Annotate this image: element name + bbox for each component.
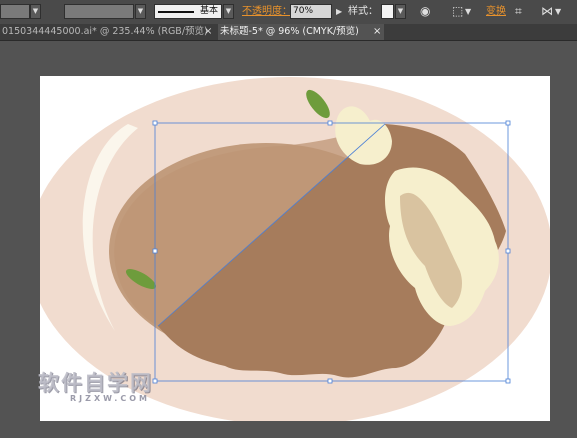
opacity-slider-arrow-icon[interactable]: ▶	[336, 5, 342, 18]
selection-handle	[327, 120, 333, 126]
opacity-input[interactable]: 70%	[290, 4, 332, 19]
tab-label: 未标题-5* @ 96% (CMYK/预览)	[220, 26, 359, 37]
selection-handle	[505, 120, 511, 126]
isolate-group-icon[interactable]: ⌗	[515, 3, 522, 19]
style-label: 样式：	[348, 6, 378, 17]
selection-handle	[505, 248, 511, 254]
stroke-profile-line-icon	[158, 11, 194, 13]
stroke-weight-field[interactable]	[64, 4, 134, 19]
fill-color-swatch[interactable]	[0, 4, 30, 19]
close-tab-2-icon[interactable]: ×	[373, 24, 381, 40]
selection-handle	[152, 248, 158, 254]
arrange-documents-icon[interactable]: ⋈	[541, 3, 553, 19]
recolor-artwork-icon[interactable]: ◉	[420, 3, 430, 19]
graphic-style-dropdown-icon[interactable]: ▼	[395, 4, 406, 19]
document-tab-bar: 0150344445000.ai* @ 235.44% (RGB/预览) × 未…	[0, 24, 577, 41]
close-tab-1-icon[interactable]: ×	[204, 24, 212, 40]
align-icon[interactable]: ⬚	[452, 3, 463, 19]
control-bar: ▼ ▼ 基本 ▼ 不透明度： 70% ▶ 样式： ▼ ◉ ⬚ ▼ 变换 ⌗ ⋈ …	[0, 0, 577, 25]
watermark-text: 软件自学网	[38, 371, 153, 395]
tab-document-2[interactable]: 未标题-5* @ 96% (CMYK/预览)	[218, 24, 384, 40]
graphic-style-swatch[interactable]	[381, 4, 394, 19]
stroke-profile-label: 基本	[199, 6, 218, 16]
stroke-profile-select[interactable]: 基本	[154, 4, 222, 19]
tab-document-1[interactable]: 0150344445000.ai* @ 235.44% (RGB/预览)	[0, 24, 214, 40]
align-dropdown-icon[interactable]: ▼	[465, 5, 471, 18]
selection-handle	[327, 378, 333, 384]
stroke-weight-dropdown-icon[interactable]: ▼	[135, 4, 146, 19]
transform-link[interactable]: 变换	[486, 5, 506, 18]
fill-dropdown-icon[interactable]: ▼	[30, 4, 41, 19]
arrange-dropdown-icon[interactable]: ▼	[555, 5, 561, 18]
selection-handle	[505, 378, 511, 384]
watermark-url: RJZXW.COM	[70, 394, 150, 403]
opacity-label[interactable]: 不透明度：	[242, 5, 292, 18]
tab-label: 0150344445000.ai* @ 235.44% (RGB/预览)	[2, 26, 208, 37]
stroke-profile-dropdown-icon[interactable]: ▼	[223, 4, 234, 19]
selection-handle	[152, 120, 158, 126]
selection-handle	[152, 378, 158, 384]
